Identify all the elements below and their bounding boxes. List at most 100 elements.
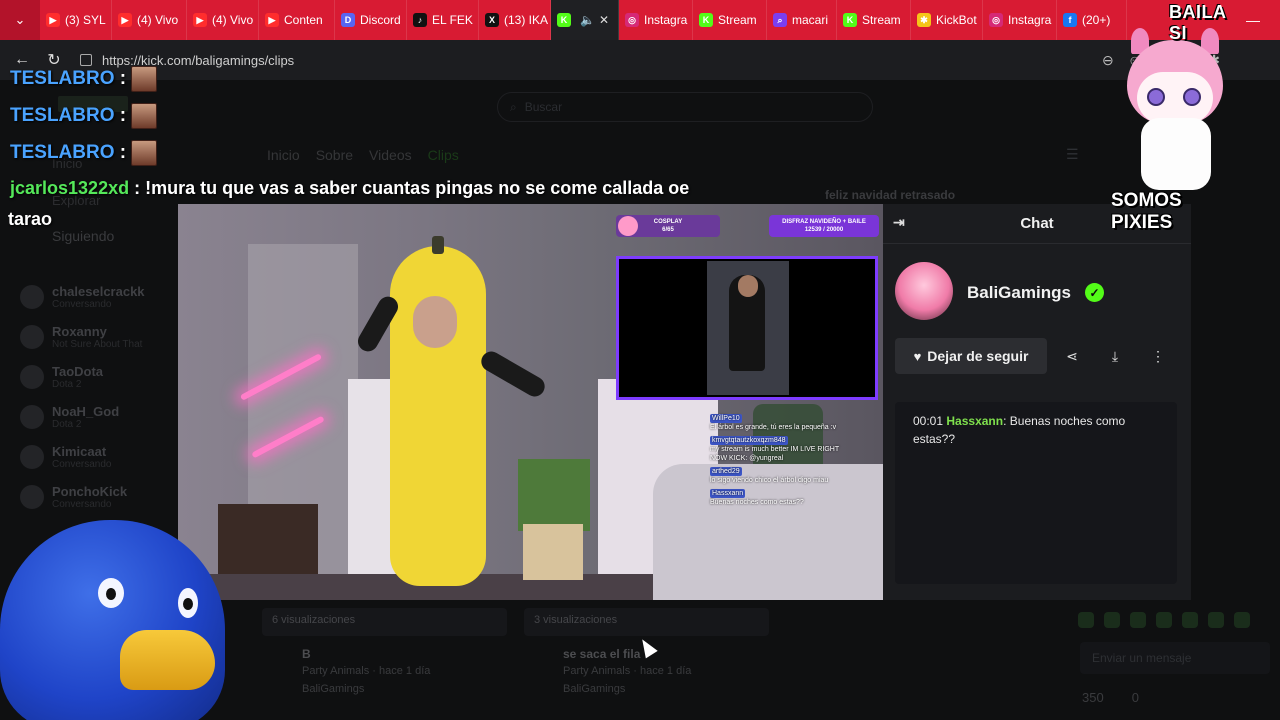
sidebar-user-status: Conversando — [52, 299, 112, 310]
stream-chat-text: lo sigo viendo chico el árbol digo miau — [710, 477, 829, 484]
search-input[interactable]: ⌕ Buscar — [497, 92, 873, 122]
tab-inicio[interactable]: Inicio — [267, 147, 300, 163]
clip-card-2-views[interactable]: 3 visualizaciones — [524, 608, 769, 636]
emote-icon[interactable] — [1182, 612, 1198, 628]
sidebar-user-item[interactable]: PonchoKick Conversando — [20, 484, 127, 510]
browser-tab[interactable]: ▶ (4) Vivo — [187, 0, 259, 40]
sidebar-user-name: chaleselcrackk — [52, 284, 145, 299]
browser-tab[interactable]: ◎ Instagra — [619, 0, 693, 40]
tab-label: Instagra — [644, 13, 688, 27]
tab-favicon-icon: f — [1063, 13, 1077, 27]
browser-tab[interactable]: D Discord — [335, 0, 407, 40]
bird-pupil — [183, 598, 193, 610]
tab-label: (13) IKA — [504, 13, 549, 27]
stream-chat-message: Hassxann Buenas noches como estas?? — [710, 489, 840, 507]
minimize-icon[interactable]: — — [1246, 12, 1260, 28]
more-options-icon[interactable]: ⋮ — [1140, 338, 1176, 374]
stream-chat-user: Hassxann — [710, 489, 746, 498]
tab-sobre[interactable]: Sobre — [316, 147, 353, 163]
collapse-chat-icon[interactable]: ⇥ — [893, 214, 911, 232]
unfollow-button[interactable]: ♥ Dejar de seguir — [895, 338, 1047, 374]
verified-icon: ✓ — [1085, 283, 1104, 302]
sidebar-user-item[interactable]: TaoDota Dota 2 — [20, 364, 103, 390]
phone-head — [738, 275, 758, 297]
stream-chat-text: El árbol es grande, tú eres la pequeña :… — [710, 424, 837, 431]
browser-tab[interactable]: ✱ KickBot — [911, 0, 983, 40]
sidebar-user-name: Roxanny — [52, 324, 107, 339]
chat-message-user[interactable]: Hassxann — [946, 414, 1003, 428]
overlay-chat-line-long: jcarlos1322xd : !mura tu que vas a saber… — [10, 178, 689, 199]
browser-tab[interactable]: ♪ EL FEK — [407, 0, 479, 40]
browser-tab[interactable]: ▶ (4) Vivo — [112, 0, 187, 40]
overlay-chat-line: TESLABRO : — [10, 66, 158, 92]
sidebar-user-item[interactable]: Roxanny Not Sure About That — [20, 324, 142, 350]
disfraz-label-count: 12539 / 20000 — [804, 227, 844, 233]
tab-favicon-icon: ▶ — [46, 13, 60, 27]
browser-tab[interactable]: K Stream — [693, 0, 767, 40]
site-info-icon[interactable] — [80, 54, 92, 66]
browser-tab[interactable]: ⌕ macari — [767, 0, 837, 40]
clip-card-1-views[interactable]: 6 visualizaciones — [262, 608, 507, 636]
clip-2-channel[interactable]: BaliGamings — [563, 683, 625, 695]
clip-2-title[interactable]: se saca el fila — [563, 647, 640, 661]
video-plush-head — [518, 459, 590, 531]
tab-label: Conten — [284, 13, 323, 27]
chat-message-text: Buenas noches como estas?? — [913, 414, 1126, 446]
sidebar-user-name: Kimicaat — [52, 444, 107, 459]
tab-videos[interactable]: Videos — [369, 147, 412, 163]
avatar — [20, 285, 44, 309]
tab-label: Stream — [718, 13, 757, 27]
emote-icon[interactable] — [1156, 612, 1172, 628]
overlay-chat-user: TESLABRO — [10, 68, 115, 90]
tab-favicon-icon: ♪ — [413, 13, 427, 27]
channel-name[interactable]: BaliGamings — [967, 283, 1071, 303]
overlay-chat-text: !mura tu que vas a saber cuantas pingas … — [145, 178, 690, 198]
anime-eye — [1183, 88, 1201, 106]
tab-favicon-icon: K — [557, 13, 571, 27]
channel-avatar[interactable] — [895, 262, 953, 320]
emote-icon[interactable] — [1104, 612, 1120, 628]
tab-close-icon[interactable]: ✕ — [599, 13, 609, 27]
browser-tab[interactable]: ▶ Conten — [259, 0, 335, 40]
sidebar-toggle-icon[interactable]: ☰ — [1066, 146, 1079, 163]
points-value: 350 — [1082, 690, 1104, 705]
stream-chat-message: arthed29 lo sigo viendo chico el árbol di… — [710, 467, 840, 485]
clip-1-channel[interactable]: BaliGamings — [302, 683, 364, 695]
sidebar-user-item[interactable]: Kimicaat Conversando — [20, 444, 111, 470]
browser-tab[interactable]: X (13) IKA — [479, 0, 551, 40]
bird-pupil — [106, 588, 116, 600]
send-message-input[interactable]: Enviar un mensaje — [1080, 642, 1270, 674]
overlay-chat-colon: : — [114, 68, 132, 90]
clip-1-title[interactable]: B — [302, 647, 311, 661]
tab-favicon-icon: ⌕ — [773, 13, 787, 27]
browser-tab[interactable]: ▶ (3) SYL — [40, 0, 112, 40]
stream-chat-user: kmvgtqtautzkoxqzm848 — [710, 436, 788, 445]
sidebar-item-siguiendo[interactable]: Siguiendo — [52, 228, 114, 244]
heart-icon: ♥ — [913, 348, 922, 364]
browser-tab[interactable]: K Stream — [837, 0, 911, 40]
download-clip-icon[interactable]: ⤓ — [1097, 338, 1133, 374]
tab-search-chevron-icon[interactable]: ⌄ — [0, 0, 40, 40]
tab-audio-icon[interactable]: 🔈 — [580, 13, 595, 27]
emote-icon[interactable] — [1130, 612, 1146, 628]
clip-video-player[interactable]: COSPLAY 6/65 DISFRAZ NAVIDEÑO + BAILE 12… — [178, 204, 883, 600]
stream-chat-message: kmvgtqtautzkoxqzm848 my stream is much be… — [710, 436, 840, 463]
screen: ⌄ ▶ (3) SYL ▶ (4) Vivo ▶ (4) Vivo ▶ Conten D Disc… — [0, 0, 1280, 720]
sidebar-user-item[interactable]: NoaH_God Dota 2 — [20, 404, 119, 430]
overlay-chat-colon: : — [114, 105, 132, 127]
tab-clips[interactable]: Clips — [428, 147, 459, 163]
emote-icon[interactable] — [1078, 612, 1094, 628]
share-icon[interactable]: ⋖ — [1054, 338, 1090, 374]
emote-icon[interactable] — [1208, 612, 1224, 628]
browser-tab[interactable]: ◎ Instagra — [983, 0, 1057, 40]
browser-tab[interactable]: K 🔈 ✕ — [551, 0, 619, 40]
window-controls: — — [1246, 0, 1280, 40]
tab-label: macari — [792, 13, 829, 27]
sidebar-user-item[interactable]: chaleselcrackk Conversando — [20, 284, 145, 310]
chat-message-list: 00:01 Hassxann: Buenas noches como estas… — [895, 402, 1177, 584]
overlay-chat-line: TESLABRO : — [10, 103, 158, 129]
overlay-chat-line: TESLABRO : — [10, 140, 158, 166]
emote-icon[interactable] — [1234, 612, 1250, 628]
anime-eye — [1147, 88, 1165, 106]
chat-emote-row — [1078, 612, 1250, 628]
